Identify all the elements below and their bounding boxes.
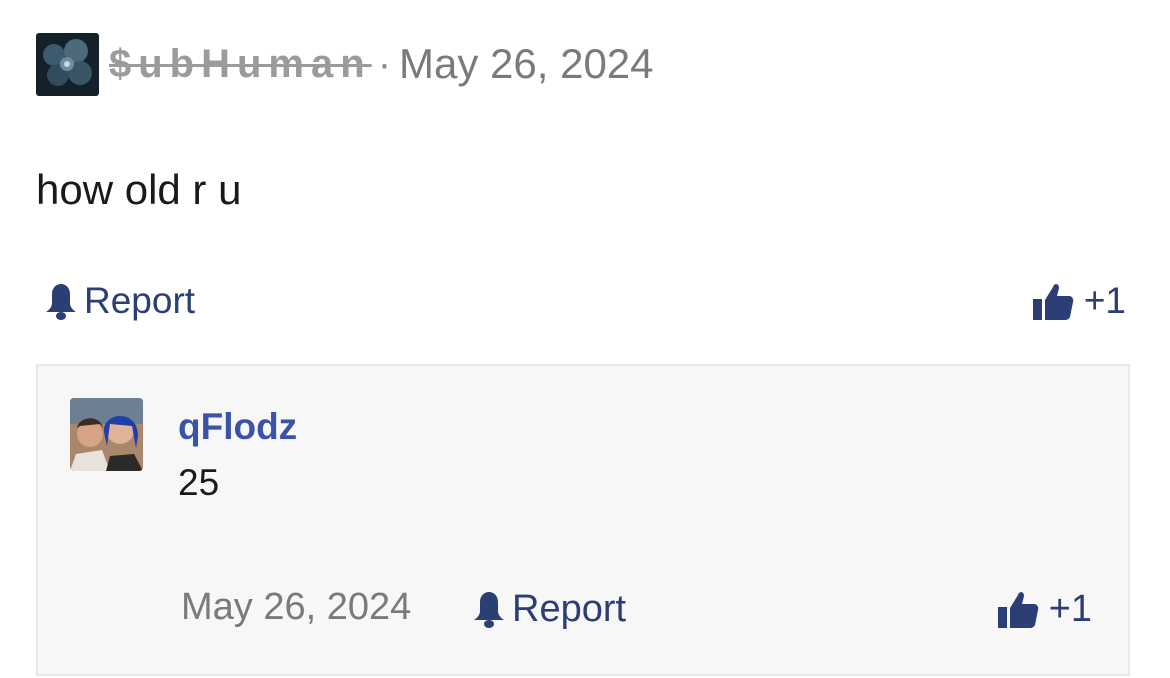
bell-icon xyxy=(474,592,504,628)
reply-box: qFlodz 25 May 26, 2024 Report +1 xyxy=(36,364,1130,676)
reply-report-button[interactable]: Report xyxy=(472,586,626,632)
reply-like-count: +1 xyxy=(1048,587,1092,630)
thumbs-up-icon xyxy=(1032,284,1074,320)
post-date: May 26, 2024 xyxy=(399,40,654,87)
report-label: Report xyxy=(84,280,196,321)
report-button[interactable]: Report xyxy=(44,278,195,324)
reply-date: May 26, 2024 xyxy=(181,586,412,628)
avatar[interactable] xyxy=(36,32,99,96)
thumbs-up-icon xyxy=(997,592,1038,628)
reply-username[interactable]: qFlodz xyxy=(178,406,297,448)
separator: · xyxy=(377,41,392,86)
reply-report-label: Report xyxy=(512,587,627,630)
reply-avatar[interactable] xyxy=(70,398,143,471)
comment-header: $ubHuman · May 26, 2024 xyxy=(36,32,654,96)
username-link[interactable]: $ubHuman xyxy=(109,42,372,87)
like-button[interactable]: +1 xyxy=(1032,278,1126,324)
reply-body: 25 xyxy=(178,462,220,503)
comment-body: how old r u xyxy=(36,166,242,213)
bell-icon xyxy=(46,284,76,320)
like-count: +1 xyxy=(1083,280,1126,321)
reply-like-button[interactable]: +1 xyxy=(997,586,1092,632)
